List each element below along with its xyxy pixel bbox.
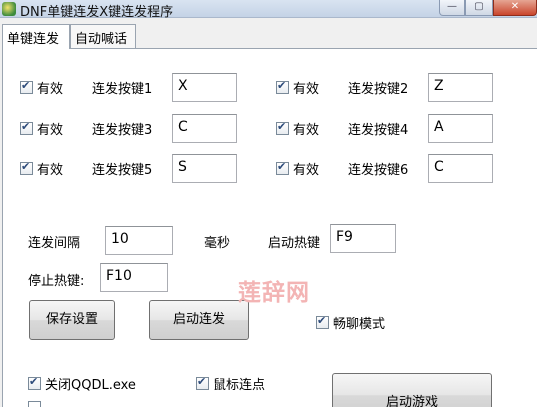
checkbox-icon xyxy=(20,160,33,175)
checkbox-icon xyxy=(28,375,41,390)
title-bar: DNF单键连发X键连发程序 — ▢ ✕ xyxy=(0,0,537,20)
key4-label: 连发按键4 xyxy=(348,123,409,138)
interval-unit: 毫秒 xyxy=(204,236,231,251)
key6-enable-checkbox[interactable]: 有效 xyxy=(276,159,319,178)
checkbox-icon xyxy=(20,79,33,94)
save-settings-button[interactable]: 保存设置 xyxy=(29,300,115,340)
close-qqdl-label: 关闭QQDL.exe xyxy=(45,378,136,393)
key1-enable-label: 有效 xyxy=(37,82,64,97)
watermark-text: 莲辞网 xyxy=(238,280,310,306)
key2-label: 连发按键2 xyxy=(348,82,409,97)
app-icon xyxy=(2,2,16,16)
key3-label: 连发按键3 xyxy=(92,123,153,138)
start-repeat-button[interactable]: 启动连发 xyxy=(149,300,249,340)
key6-enable-label: 有效 xyxy=(293,163,320,178)
key3-input[interactable]: C xyxy=(172,114,237,143)
minimize-button[interactable]: — xyxy=(439,0,465,16)
key4-enable-label: 有效 xyxy=(293,123,320,138)
key2-input[interactable]: Z xyxy=(428,73,493,102)
chat-mode-checkbox[interactable]: 畅聊模式 xyxy=(316,313,385,332)
stop-hotkey-input[interactable]: F10 xyxy=(100,263,168,292)
launch-game-button[interactable]: 启动游戏 xyxy=(332,373,492,407)
key5-enable-checkbox[interactable]: 有效 xyxy=(20,159,63,178)
checkbox-icon xyxy=(316,314,329,329)
maximize-button[interactable]: ▢ xyxy=(465,0,493,16)
key5-enable-label: 有效 xyxy=(37,163,64,178)
key4-enable-checkbox[interactable]: 有效 xyxy=(276,119,319,138)
chat-mode-label: 畅聊模式 xyxy=(333,317,386,332)
start-hotkey-label: 启动热键 xyxy=(268,236,321,251)
window-title: DNF单键连发X键连发程序 xyxy=(20,5,174,20)
close-button[interactable]: ✕ xyxy=(493,0,537,16)
close-qqdl-checkbox[interactable]: 关闭QQDL.exe xyxy=(28,374,136,393)
interval-input[interactable]: 10 xyxy=(105,226,173,255)
key3-enable-checkbox[interactable]: 有效 xyxy=(20,119,63,138)
key2-enable-label: 有效 xyxy=(293,82,320,97)
hidden-checkbox-partial[interactable] xyxy=(28,401,41,407)
checkbox-icon xyxy=(20,120,33,135)
key6-input[interactable]: C xyxy=(428,154,493,183)
key1-label: 连发按键1 xyxy=(92,82,153,97)
checkbox-icon xyxy=(276,160,289,175)
key4-input[interactable]: A xyxy=(428,114,493,143)
key5-input[interactable]: S xyxy=(172,154,237,183)
checkbox-icon xyxy=(276,79,289,94)
stop-hotkey-label: 停止热键: xyxy=(28,274,85,289)
key2-enable-checkbox[interactable]: 有效 xyxy=(276,78,319,97)
mouse-click-label: 鼠标连点 xyxy=(213,378,266,393)
checkbox-icon xyxy=(276,120,289,135)
tab-single-key[interactable]: 单键连发 xyxy=(2,24,70,49)
mouse-click-checkbox[interactable]: 鼠标连点 xyxy=(196,374,265,393)
key1-enable-checkbox[interactable]: 有效 xyxy=(20,78,63,97)
start-hotkey-input[interactable]: F9 xyxy=(330,224,396,253)
checkbox-icon xyxy=(196,375,209,390)
key6-label: 连发按键6 xyxy=(348,163,409,178)
tab-auto-chat[interactable]: 自动喊话 xyxy=(70,24,136,48)
window-controls: — ▢ ✕ xyxy=(439,0,537,16)
key5-label: 连发按键5 xyxy=(92,163,153,178)
interval-label: 连发间隔 xyxy=(28,236,81,251)
key3-enable-label: 有效 xyxy=(37,123,64,138)
key1-input[interactable]: X xyxy=(172,73,237,102)
